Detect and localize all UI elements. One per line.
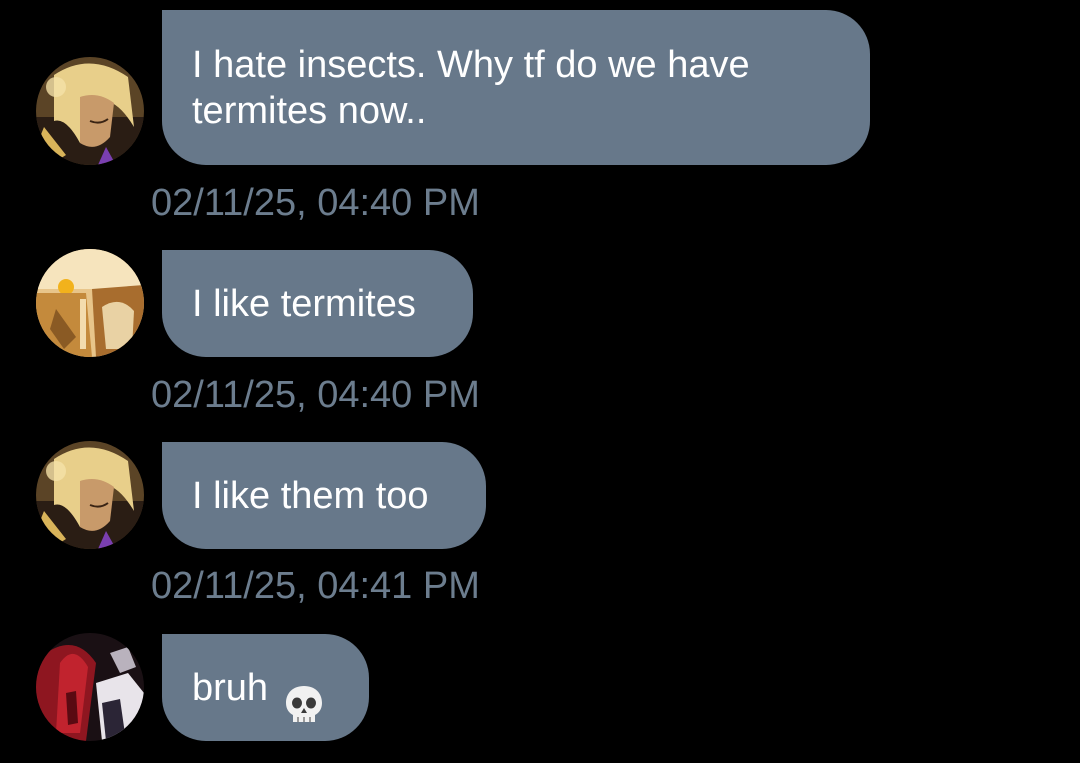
message-bubble[interactable]: bruh bbox=[162, 634, 369, 741]
sender-avatar[interactable] bbox=[36, 57, 144, 165]
sender-avatar[interactable] bbox=[36, 249, 144, 357]
sender-avatar[interactable] bbox=[36, 441, 144, 549]
message-bubble[interactable]: I hate insects. Why tf do we have termit… bbox=[162, 10, 870, 165]
message-timestamp: 02/11/25, 04:40 PM bbox=[151, 374, 480, 416]
message-bubble[interactable]: I like termites bbox=[162, 250, 473, 357]
message-text: I like termites bbox=[192, 282, 416, 325]
golden-scene-avatar-icon bbox=[36, 249, 144, 357]
message-timestamp: 02/11/25, 04:40 PM bbox=[151, 182, 480, 224]
skull-emoji-icon bbox=[284, 638, 324, 737]
red-haired-character-avatar-icon bbox=[36, 633, 144, 741]
message-text: I hate insects. Why tf do we have termit… bbox=[192, 43, 750, 132]
message-bubble[interactable]: I like them too bbox=[162, 442, 486, 549]
blonde-character-avatar-icon bbox=[36, 57, 144, 165]
message-text: I like them too bbox=[192, 474, 429, 517]
blonde-character-avatar-icon bbox=[36, 441, 144, 549]
message-text: bruh bbox=[192, 666, 269, 709]
sender-avatar[interactable] bbox=[36, 633, 144, 741]
message-timestamp: 02/11/25, 04:41 PM bbox=[151, 565, 480, 607]
